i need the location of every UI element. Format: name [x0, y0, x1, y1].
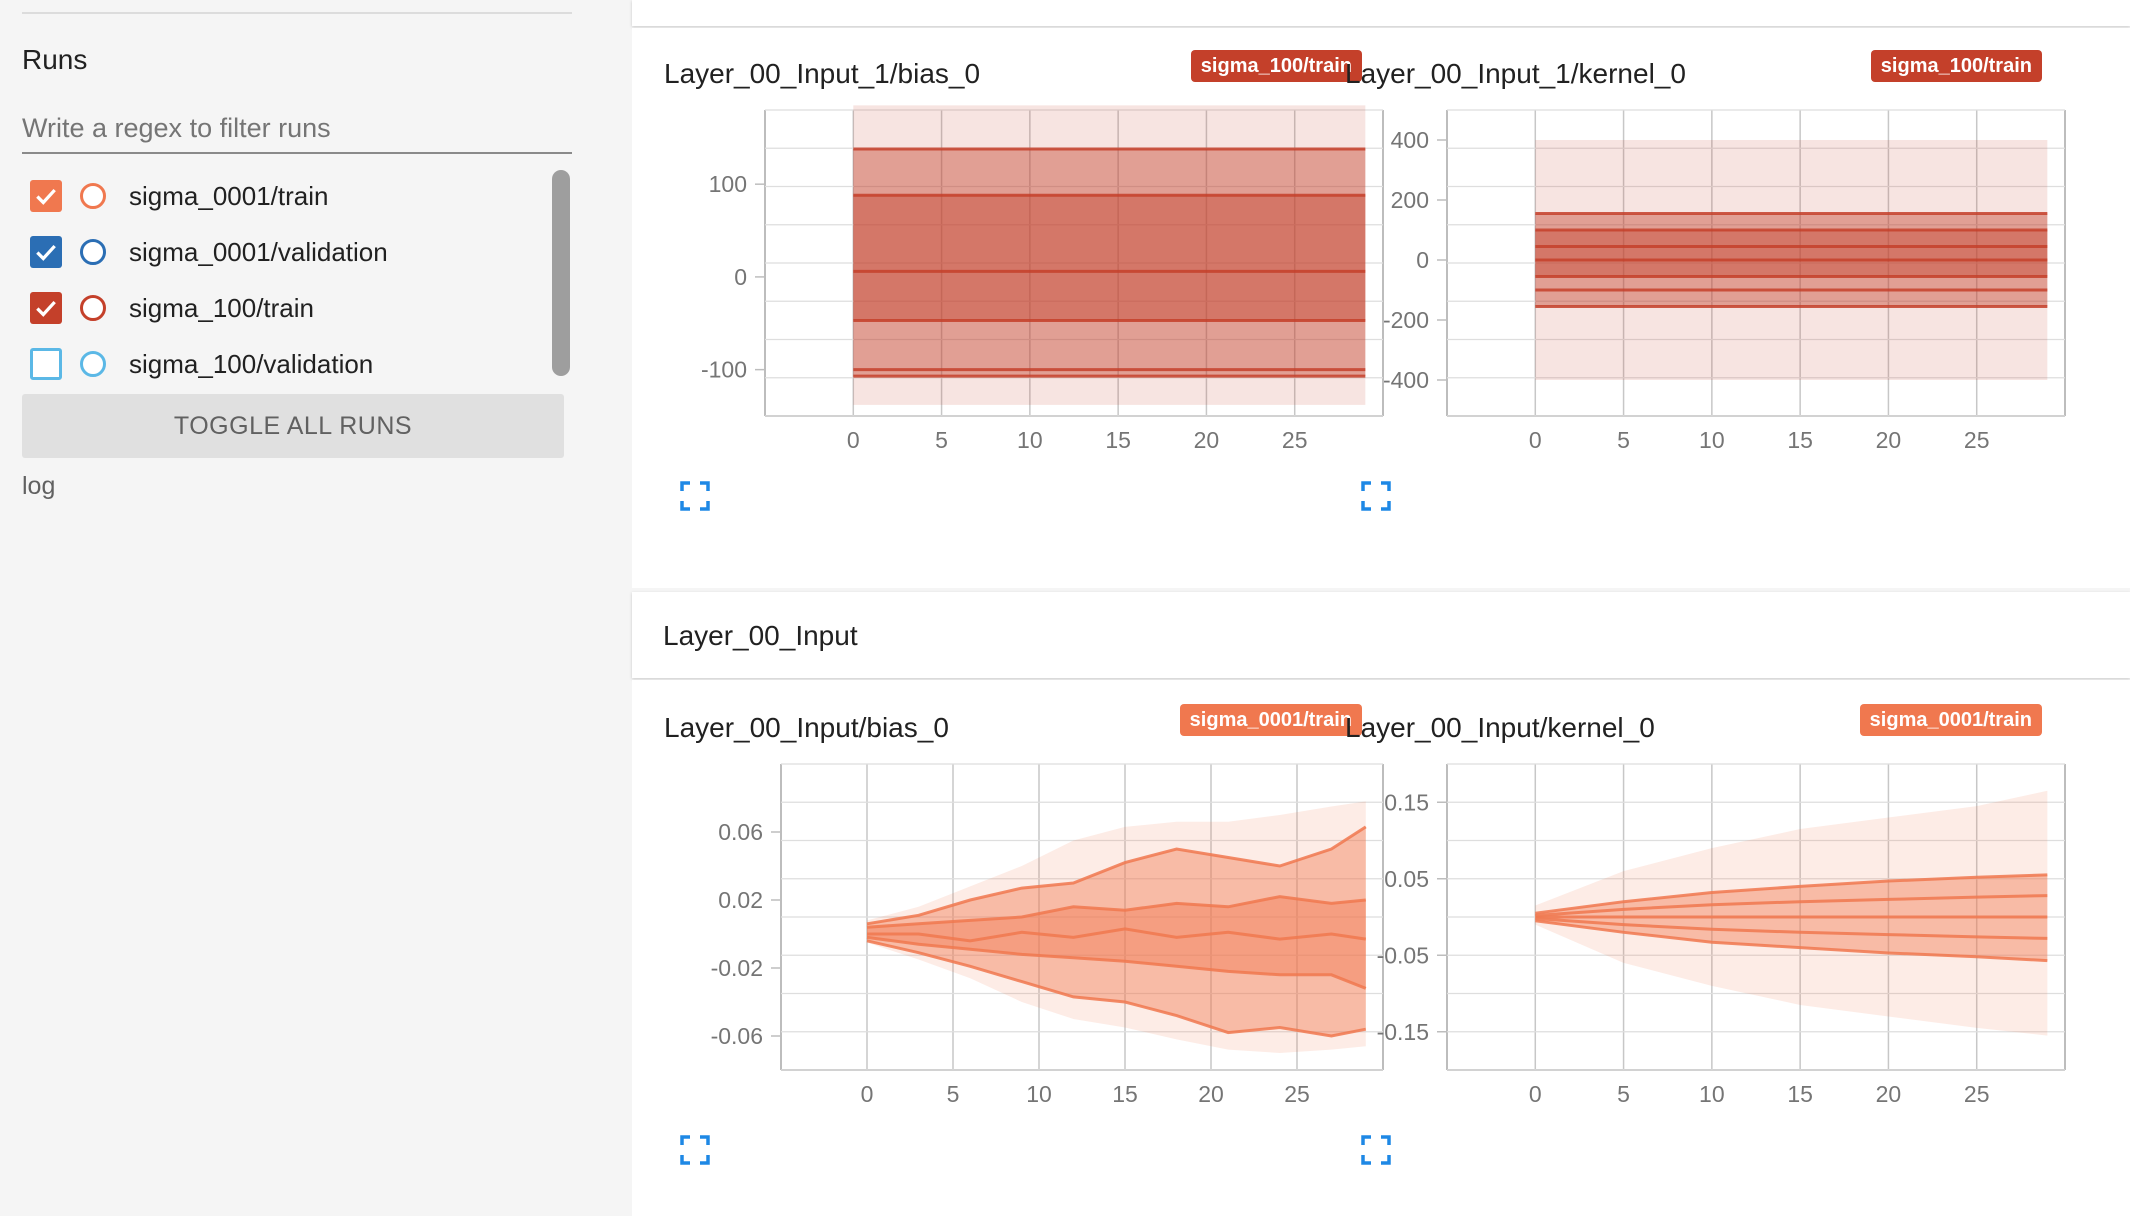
toggle-all-runs-button[interactable]: TOGGLE ALL RUNS	[22, 394, 564, 458]
runs-title: Runs	[22, 44, 88, 75]
y-tick-label: -0.05	[1377, 942, 1429, 968]
run-label: sigma_0001/train	[129, 180, 329, 211]
section-header[interactable]: Layer_00_Input	[632, 592, 2130, 678]
y-tick-label: -0.06	[711, 1023, 763, 1049]
x-tick-label: 20	[1876, 427, 1902, 453]
y-tick-label: 0.05	[1384, 866, 1429, 892]
x-tick-label: 0	[1529, 427, 1542, 453]
run-checkbox[interactable]	[30, 348, 62, 380]
x-tick-label: 25	[1282, 427, 1308, 453]
x-tick-label: 25	[1964, 1081, 1990, 1107]
y-tick-label: -100	[701, 357, 747, 383]
x-tick-label: 10	[1017, 427, 1043, 453]
run-item-sigma-0001-validation[interactable]: sigma_0001/validation	[30, 232, 388, 272]
section-title: Layer_00_Input	[663, 620, 858, 651]
y-tick-label: -400	[1383, 367, 1429, 393]
x-tick-label: 0	[1529, 1081, 1542, 1107]
x-tick-label: 20	[1198, 1081, 1224, 1107]
run-checkbox[interactable]	[30, 292, 62, 324]
x-tick-label: 15	[1105, 427, 1131, 453]
run-filter-input[interactable]	[22, 104, 572, 154]
run-checkbox[interactable]	[30, 236, 62, 268]
y-tick-label: 0.02	[718, 887, 763, 913]
y-tick-label: 0	[1416, 247, 1429, 273]
x-tick-label: 0	[847, 427, 860, 453]
x-tick-label: 15	[1787, 427, 1813, 453]
run-badge: sigma_100/train	[1870, 50, 2042, 82]
expand-icon[interactable]	[1361, 1135, 1391, 1165]
expand-icon[interactable]	[680, 1135, 710, 1165]
expand-icon[interactable]	[1361, 481, 1391, 511]
histogram-chart[interactable]: 0 5 10 15 20 25 -400 -200 0 200 400	[1383, 109, 2066, 453]
histogram-chart[interactable]: 0 5 10 15 20 25 -100 0 100	[701, 105, 1384, 453]
run-label: sigma_0001/validation	[129, 236, 388, 267]
run-badge: sigma_100/train	[1190, 50, 1362, 82]
runs-scrollbar[interactable]	[552, 170, 570, 376]
x-tick-label: 5	[947, 1081, 960, 1107]
distribution-band	[1535, 230, 2048, 277]
x-tick-label: 15	[1787, 1081, 1813, 1107]
x-tick-label: 20	[1194, 427, 1220, 453]
run-color-radio[interactable]	[80, 183, 106, 209]
section-header-top	[632, 0, 2130, 26]
x-tick-label: 25	[1964, 427, 1990, 453]
run-label: sigma_100/train	[129, 292, 314, 323]
chart-title: Layer_00_Input/bias_0	[664, 712, 949, 743]
x-tick-label: 20	[1876, 1081, 1902, 1107]
distribution-band	[853, 195, 1366, 321]
sidebar-divider	[22, 12, 572, 14]
run-item-sigma-0001-train[interactable]: sigma_0001/train	[30, 176, 328, 216]
chart-title: Layer_00_Input_1/kernel_0	[1345, 58, 1686, 89]
y-tick-label: 0	[734, 264, 747, 290]
y-tick-label: 0.06	[718, 819, 763, 845]
y-tick-label: -0.15	[1377, 1019, 1429, 1045]
x-tick-label: 25	[1284, 1081, 1310, 1107]
x-tick-label: 0	[861, 1081, 874, 1107]
x-tick-label: 5	[1617, 427, 1630, 453]
chart-title: Layer_00_Input_1/bias_0	[664, 58, 981, 89]
run-color-radio[interactable]	[80, 295, 106, 321]
run-color-radio[interactable]	[80, 239, 106, 265]
main-panel: Layer_00_Input Layer_00_Input_1/bias_0 s…	[632, 0, 2130, 1216]
run-item-sigma-100-train[interactable]: sigma_100/train	[30, 288, 314, 328]
y-tick-label: -200	[1383, 307, 1429, 333]
x-tick-label: 5	[935, 427, 948, 453]
run-item-sigma-100-validation[interactable]: sigma_100/validation	[30, 344, 373, 384]
y-tick-label: 100	[709, 171, 747, 197]
x-tick-label: 10	[1026, 1081, 1052, 1107]
histogram-chart[interactable]: 0 5 10 15 20 25 -0.15 -0.05 0.05 0.15	[1377, 763, 2066, 1107]
run-checkbox[interactable]	[30, 180, 62, 212]
y-tick-label: -0.02	[711, 955, 763, 981]
run-label: sigma_100/validation	[129, 348, 374, 379]
log-label: log	[22, 472, 56, 500]
y-tick-label: 400	[1391, 127, 1429, 153]
expand-icon[interactable]	[680, 481, 710, 511]
x-tick-label: 15	[1112, 1081, 1138, 1107]
x-tick-label: 10	[1699, 427, 1725, 453]
chart-title: Layer_00_Input/kernel_0	[1345, 712, 1655, 743]
runs-sidebar: Runs sigma_0001/train sigma_0001/validat…	[0, 0, 632, 1216]
run-badge: sigma_0001/train	[1859, 704, 2042, 736]
y-tick-label: 0.15	[1384, 789, 1429, 815]
y-tick-label: 200	[1391, 187, 1429, 213]
x-tick-label: 10	[1699, 1081, 1725, 1107]
run-color-radio[interactable]	[80, 351, 106, 377]
run-badge: sigma_0001/train	[1179, 704, 1362, 736]
x-tick-label: 5	[1617, 1081, 1630, 1107]
histogram-chart[interactable]: 0 5 10 15 20 25 -0.06 -0.02 0.02 0.06	[711, 763, 1384, 1107]
